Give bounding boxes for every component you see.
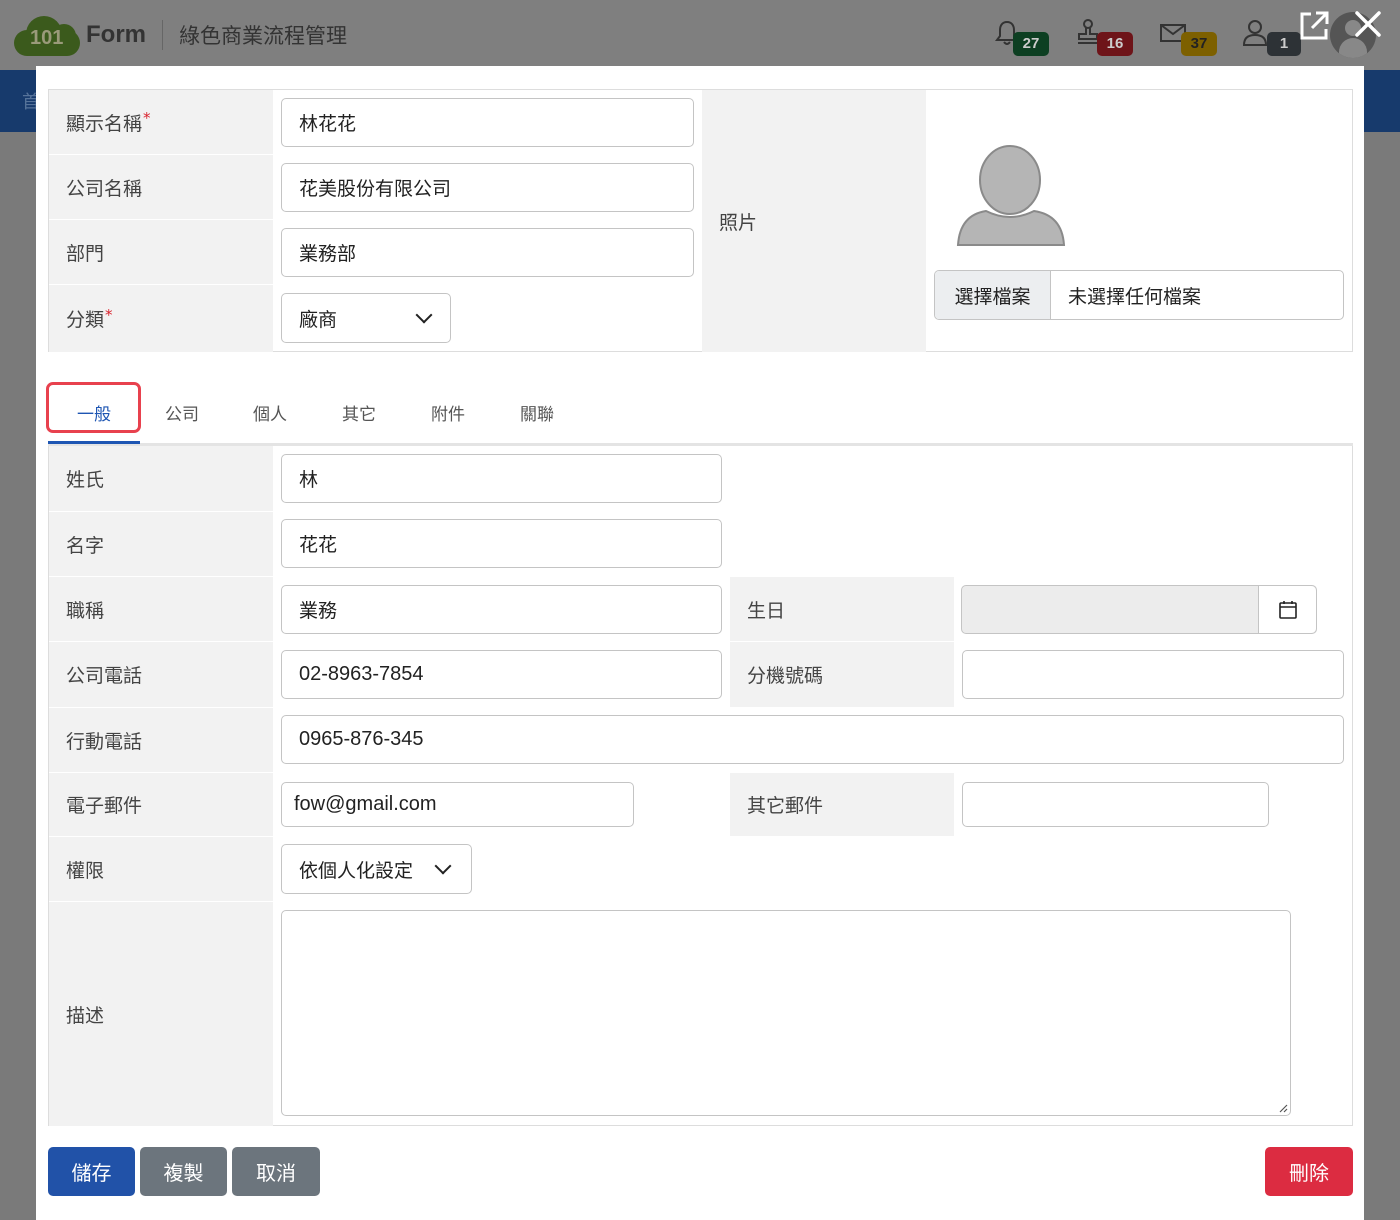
last-name-label: 姓氏 xyxy=(49,446,273,511)
mobile-input[interactable]: 0965-876-345 xyxy=(281,715,1344,764)
tab-company[interactable]: 公司 xyxy=(140,382,224,442)
mobile-label: 行動電話 xyxy=(49,708,273,772)
calendar-button[interactable] xyxy=(1258,586,1316,633)
user-icon[interactable] xyxy=(1240,18,1270,48)
chevron-down-icon xyxy=(415,306,433,324)
required-mark: * xyxy=(105,305,113,324)
close-icon[interactable] xyxy=(1352,8,1384,40)
chevron-down-icon xyxy=(434,857,452,875)
birthday-label: 生日 xyxy=(730,577,954,641)
tab-relations[interactable]: 關聯 xyxy=(495,382,579,442)
cancel-button[interactable]: 取消 xyxy=(232,1147,320,1196)
first-name-input[interactable]: 花花 xyxy=(281,519,722,568)
permission-select[interactable]: 依個人化設定 xyxy=(281,844,472,894)
general-tab-panel: 姓氏 名字 職稱 公司電話 行動電話 電子郵件 權限 描述 生日 分機號碼 其它… xyxy=(48,446,1353,1126)
save-button[interactable]: 儲存 xyxy=(48,1147,135,1196)
display-name-label: 顯示名稱 * xyxy=(49,90,273,154)
copy-button[interactable]: 複製 xyxy=(140,1147,227,1196)
other-email-input[interactable] xyxy=(962,782,1269,827)
company-name-label: 公司名稱 xyxy=(49,155,273,219)
logo-divider xyxy=(162,20,163,50)
category-select[interactable]: 廠商 xyxy=(281,293,451,343)
contact-modal: 顯示名稱 * 公司名稱 部門 分類 * 林花花 花美股份有限公司 業務部 廠商 照片… xyxy=(36,66,1364,1220)
app-logo[interactable]: 101 Form 綠色商業流程管理 xyxy=(14,12,347,58)
tab-attachments[interactable]: 附件 xyxy=(406,382,490,442)
active-tab-indicator xyxy=(48,441,140,444)
last-name-input[interactable]: 林 xyxy=(281,454,722,503)
department-input[interactable]: 業務部 xyxy=(281,228,694,277)
bell-badge: 27 xyxy=(1013,32,1049,56)
description-label: 描述 xyxy=(49,902,273,1126)
resize-grip-icon[interactable] xyxy=(1276,1101,1288,1113)
job-title-label: 職稱 xyxy=(49,577,273,641)
photo-label: 照片 xyxy=(702,90,926,352)
permission-label: 權限 xyxy=(49,837,273,901)
category-select-value: 廠商 xyxy=(299,308,338,331)
photo-file-input[interactable]: 選擇檔案 未選擇任何檔案 xyxy=(934,270,1344,320)
required-mark: * xyxy=(143,109,151,127)
company-phone-label: 公司電話 xyxy=(49,642,273,707)
display-name-input[interactable]: 林花花 xyxy=(281,98,694,147)
permission-select-value: 依個人化設定 xyxy=(299,859,414,882)
popout-icon[interactable] xyxy=(1296,8,1332,44)
description-textarea[interactable] xyxy=(281,910,1291,1116)
file-status-text: 未選擇任何檔案 xyxy=(1068,285,1202,308)
category-label: 分類 * xyxy=(49,285,273,352)
extension-input[interactable] xyxy=(962,650,1344,699)
logo-text: Form xyxy=(86,21,146,48)
company-name-input[interactable]: 花美股份有限公司 xyxy=(281,163,694,212)
choose-file-button[interactable]: 選擇檔案 xyxy=(935,271,1051,319)
first-name-label: 名字 xyxy=(49,512,273,576)
photo-placeholder-icon xyxy=(956,145,1066,246)
calendar-icon xyxy=(1278,600,1297,619)
other-email-label: 其它郵件 xyxy=(730,773,954,836)
logo-number: 101 xyxy=(30,27,64,49)
birthday-input[interactable] xyxy=(961,585,1317,634)
delete-button[interactable]: 刪除 xyxy=(1265,1147,1353,1196)
extension-label: 分機號碼 xyxy=(730,642,954,707)
app-title: 綠色商業流程管理 xyxy=(179,24,347,48)
tab-highlight-box xyxy=(46,382,141,433)
email-label: 電子郵件 xyxy=(49,773,273,836)
department-label: 部門 xyxy=(49,220,273,284)
job-title-input[interactable]: 業務 xyxy=(281,585,722,634)
email-input[interactable]: fow@gmail.com xyxy=(281,782,634,827)
company-phone-input[interactable]: 02-8963-7854 xyxy=(281,650,722,699)
stamp-badge: 16 xyxy=(1097,32,1133,56)
logo-cloud-icon: 101 xyxy=(14,12,80,58)
tab-personal[interactable]: 個人 xyxy=(228,382,312,442)
app-header: 101 Form 綠色商業流程管理 27 16 37 1 xyxy=(0,0,1400,70)
mail-badge: 37 xyxy=(1181,32,1217,56)
tab-other[interactable]: 其它 xyxy=(317,382,401,442)
